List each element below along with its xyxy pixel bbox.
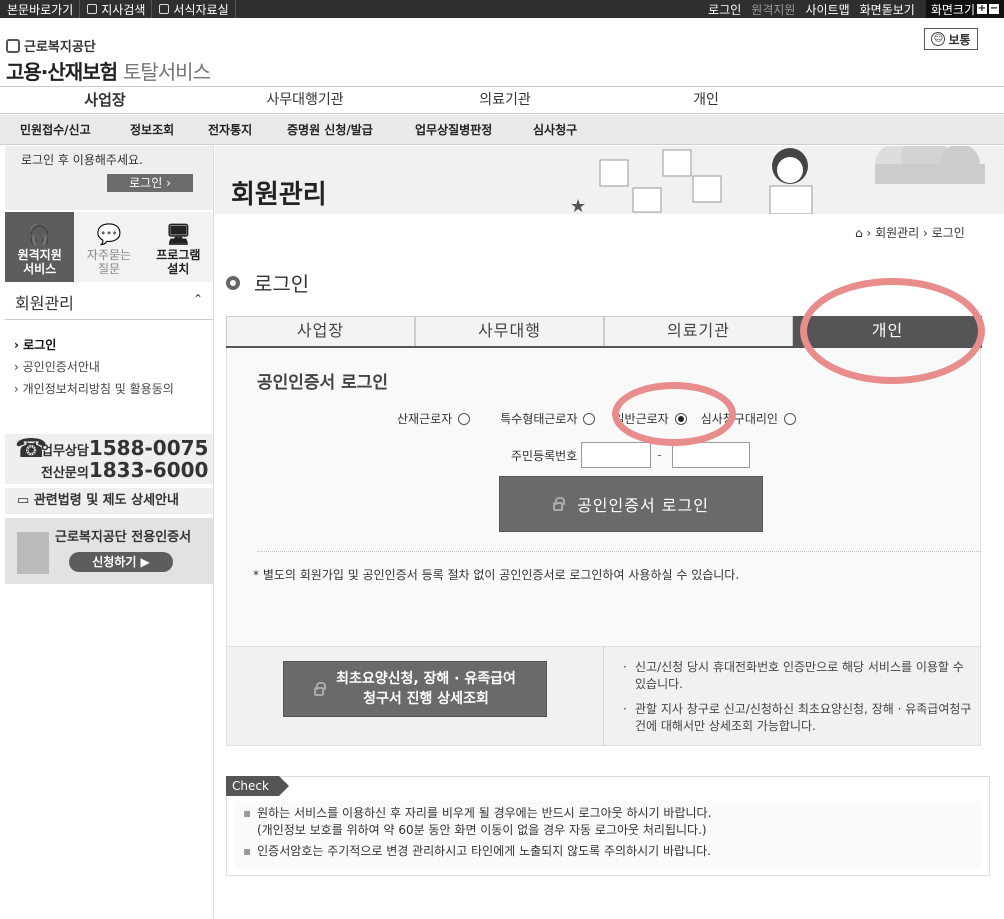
- main-nav-individual[interactable]: 개인: [680, 87, 732, 114]
- page-title: 로그인: [226, 268, 309, 297]
- divider: [257, 551, 981, 552]
- main-nav-agency[interactable]: 사무대행기관: [250, 87, 360, 114]
- sub-nav-civil[interactable]: 민원접수/신고: [20, 115, 91, 145]
- main-nav-medical[interactable]: 의료기관: [465, 87, 545, 114]
- member-type-tabs: 사업장 사무대행 의료기관 개인: [226, 316, 982, 348]
- check-notice: Check ▪ 원하는 서비스를 이용하신 후 자리를 비우게 될 경우에는 반드…: [226, 776, 990, 876]
- radio-special-worker[interactable]: 특수형태근로자: [500, 410, 596, 427]
- main-nav-workplace[interactable]: 사업장: [70, 87, 140, 114]
- sidebar-menu: › 로그인 › 공인인증서안내 › 개인정보처리방침 및 활용동의: [14, 334, 174, 400]
- claim-detail-button[interactable]: 최초요양신청, 장해 · 유족급여 청구서 진행 상세조회: [283, 661, 547, 717]
- page-banner: ★ 회원관리: [215, 146, 1004, 214]
- remote-support-link[interactable]: 원격지원: [746, 0, 800, 18]
- branch-search-link[interactable]: 지사검색: [80, 0, 153, 18]
- login-note: * 별도의 회원가입 및 공인인증서 등록 절차 없이 공인인증서로 로그인하여…: [253, 568, 740, 582]
- sidebar-login-button[interactable]: 로그인 ›: [107, 174, 193, 192]
- zoom-out-icon[interactable]: −: [989, 4, 999, 14]
- display-mode-button[interactable]: ☺ 보통: [924, 28, 978, 50]
- breadcrumb: ⌂ › 회원관리 › 로그인: [855, 226, 965, 240]
- sub-nav-disease[interactable]: 업무상질병판정: [415, 115, 492, 145]
- radio-general-worker[interactable]: 일반근로자: [613, 410, 687, 427]
- tab-medical[interactable]: 의료기관: [604, 316, 793, 346]
- zoom-control: 화면크기 + −: [925, 0, 1004, 18]
- left-sidebar: 로그인 후 이용해주세요. 로그인 › 🎧 원격지원 서비스 💬 자주묻는 질문 🖥…: [0, 146, 214, 919]
- sitemap-link[interactable]: 사이트맵: [800, 0, 854, 18]
- radio-review-agent[interactable]: 심사청구대리인: [701, 410, 796, 427]
- ssn-back-input[interactable]: [671, 442, 750, 468]
- sub-nav-review[interactable]: 심사청구: [533, 115, 577, 145]
- contact-box: ☎ 업무상담1588-0075 전산문의1833-6000: [5, 434, 213, 484]
- banner-illustration: ★: [215, 146, 1004, 214]
- cert-apply-button[interactable]: 신청하기 ▶: [69, 552, 173, 572]
- mobile-inquiry-panel: 최초요양신청, 장해 · 유족급여청구서 진행 상세조회 신고/신청 당시 휴대…: [226, 646, 981, 746]
- quick-links: 🎧 원격지원 서비스 💬 자주묻는 질문 🖥 프로그램 설치: [5, 212, 213, 282]
- forms-library-link[interactable]: 서식자료실: [152, 0, 236, 18]
- user-type-radios: 산재근로자 특수형태근로자 일반근로자 심사청구대리인: [397, 410, 806, 427]
- kcomwel-logo-icon: [6, 38, 20, 53]
- tab-workplace[interactable]: 사업장: [226, 316, 415, 346]
- top-utility-bar: 본문바로가기 지사검색 서식자료실 로그인 원격지원 사이트맵 화면돋보기 화면…: [0, 0, 1004, 18]
- quick-remote-support[interactable]: 🎧 원격지원 서비스: [5, 212, 75, 282]
- person-icon: [87, 4, 98, 14]
- chevron-up-icon: ⌃: [192, 292, 203, 306]
- cert-login-button[interactable]: 공인인증서 로그인: [499, 476, 763, 532]
- zoom-in-icon[interactable]: +: [977, 4, 987, 14]
- laptop-icon: ▭: [17, 493, 30, 508]
- site-logo[interactable]: 근로복지공단 고용·산재보험 토탈서비스: [6, 36, 211, 85]
- quick-faq[interactable]: 💬 자주묻는 질문: [74, 212, 144, 282]
- sidebar-item-privacy[interactable]: › 개인정보처리방침 및 활용동의: [14, 378, 174, 400]
- check-tag: Check: [226, 776, 289, 796]
- sidebar-item-login[interactable]: › 로그인: [14, 334, 174, 356]
- sidebar-section-title[interactable]: 회원관리 ⌃: [5, 286, 213, 320]
- ssn-front-input[interactable]: [581, 442, 652, 468]
- login-link[interactable]: 로그인: [703, 0, 746, 18]
- skip-to-content-link[interactable]: 본문바로가기: [0, 0, 81, 18]
- sub-nav-info[interactable]: 정보조회: [130, 115, 174, 145]
- monitor-icon: 🖥: [165, 222, 192, 246]
- banner-title: 회원관리: [231, 180, 327, 210]
- lock-icon: [553, 496, 566, 511]
- star-icon: ★: [570, 196, 586, 214]
- ssn-label: 주민등록번호: [511, 448, 578, 463]
- cert-login-panel: 공인인증서 로그인 산재근로자 특수형태근로자 일반근로자 심사청구대리인 주민…: [226, 348, 981, 646]
- mobile-tips: 신고/신청 당시 휴대전화번호 인증만으로 해당 서비스를 이용할 수 있습니다…: [623, 659, 973, 743]
- lock-icon: [314, 681, 327, 696]
- sidebar-item-cert-guide[interactable]: › 공인인증서안내: [14, 356, 174, 378]
- cross-document-icon: [17, 532, 49, 574]
- main-nav: 사업장 사무대행기관 의료기관 개인: [0, 86, 1004, 114]
- cert-login-heading: 공인인증서 로그인: [257, 373, 389, 393]
- sidebar-login-box: 로그인 후 이용해주세요. 로그인 ›: [5, 146, 213, 210]
- smile-icon: ☺: [931, 32, 946, 46]
- cert-promo: 근로복지공단 전용인증서 신청하기 ▶: [5, 518, 213, 584]
- magnifier-link[interactable]: 화면돋보기: [855, 0, 920, 18]
- quick-program-install[interactable]: 🖥 프로그램 설치: [143, 212, 213, 282]
- radio-industrial-worker[interactable]: 산재근로자: [397, 410, 471, 427]
- tab-individual[interactable]: 개인: [793, 316, 982, 346]
- home-icon[interactable]: ⌂: [855, 226, 863, 240]
- document-icon: [159, 4, 170, 14]
- sub-nav-notice[interactable]: 전자통지: [208, 115, 252, 145]
- sub-nav: 민원접수/신고 정보조회 전자통지 증명원 신청/발급 업무상질병판정 심사청구: [0, 115, 1004, 145]
- sub-nav-certificate[interactable]: 증명원 신청/발급: [287, 115, 373, 145]
- ssn-row: 주민등록번호 -: [511, 442, 750, 468]
- tab-agency[interactable]: 사무대행: [415, 316, 604, 346]
- bullet-icon: [226, 275, 240, 290]
- law-guide-link[interactable]: ▭ 관련법령 및 제도 상세안내: [5, 488, 213, 514]
- speech-bubble-icon: 💬: [96, 222, 122, 246]
- headset-icon: 🎧: [27, 222, 53, 246]
